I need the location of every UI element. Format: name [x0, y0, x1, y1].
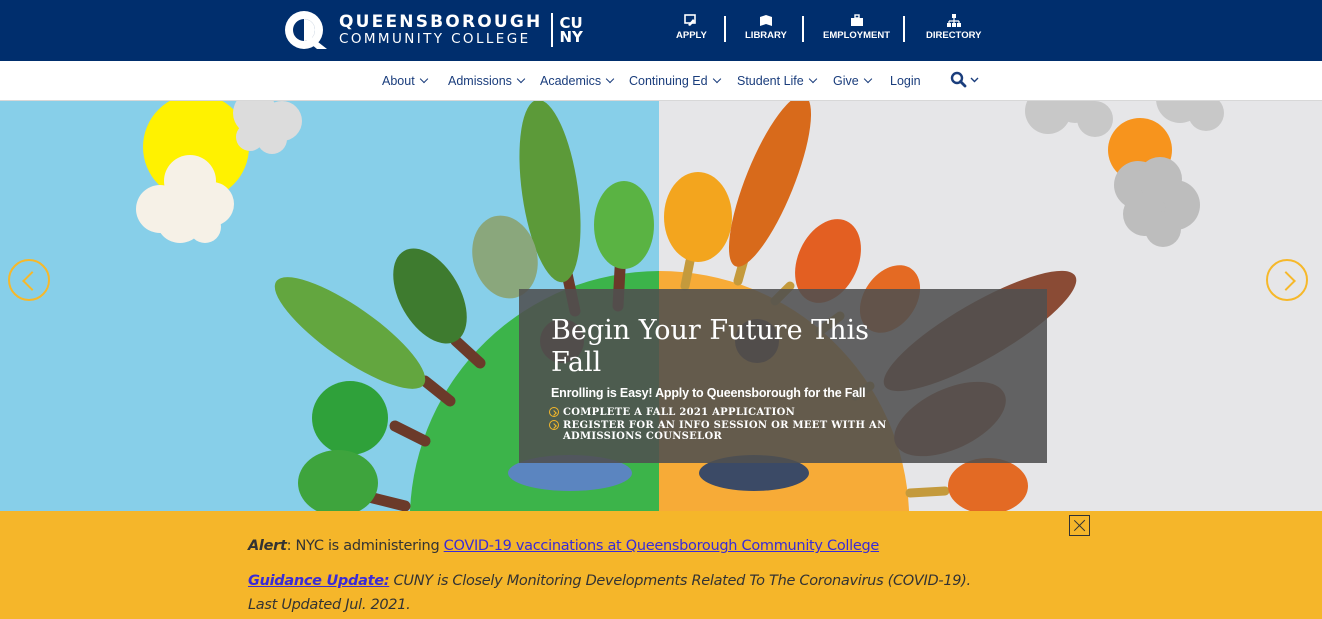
- chevron-down-icon: [516, 74, 526, 84]
- college-logo[interactable]: QUEENSBOROUGH COMMUNITY COLLEGE CU NY: [283, 9, 592, 51]
- chevron-down-icon: [863, 74, 872, 84]
- library-icon: [759, 15, 772, 26]
- guidance-message: Guidance Update: CUNY is Closely Monitor…: [248, 573, 971, 589]
- chevron-down-icon: [808, 74, 817, 84]
- quick-link-divider: [802, 16, 804, 42]
- nav-login[interactable]: Login: [890, 74, 921, 88]
- chevron-down-icon: [605, 74, 615, 84]
- carousel-next-button[interactable]: [1266, 259, 1308, 301]
- chevron-down-icon: [419, 74, 428, 84]
- sitemap-icon: [946, 14, 961, 27]
- cuny-logo: CU NY: [559, 14, 583, 46]
- quick-link-apply[interactable]: APPLY: [676, 14, 707, 41]
- vaccination-link[interactable]: COVID-19 vaccinations at Queensborough C…: [444, 538, 880, 554]
- chevron-circle-icon: [549, 420, 559, 430]
- apply-icon: [684, 14, 697, 26]
- hero-title: Begin Your Future This Fall: [551, 315, 870, 378]
- quick-link-directory[interactable]: DIRECTORY: [926, 14, 981, 41]
- logo-divider: [550, 13, 553, 47]
- nav-about[interactable]: About: [382, 74, 428, 88]
- nav-give[interactable]: Give: [833, 74, 872, 88]
- search-toggle[interactable]: [950, 71, 982, 94]
- hero-link-info-session[interactable]: REGISTER FOR AN INFO SESSION OR MEET WIT…: [549, 420, 969, 442]
- last-updated-text: Last Updated Jul. 2021.: [248, 597, 411, 613]
- logo-line2: COMMUNITY COLLEGE: [339, 30, 531, 47]
- nav-continuing-ed[interactable]: Continuing Ed: [629, 74, 721, 88]
- chevron-circle-icon: [549, 407, 559, 417]
- search-icon: [950, 71, 967, 88]
- hero-subtitle: Enrolling is Easy! Apply to Queensboroug…: [551, 386, 866, 400]
- hero-link-application[interactable]: COMPLETE A FALL 2021 APPLICATION: [549, 407, 795, 418]
- alert-label: Alert: [248, 538, 287, 554]
- briefcase-icon: [850, 14, 863, 26]
- chevron-down-icon: [970, 77, 979, 83]
- quick-link-divider: [724, 16, 726, 42]
- alert-message: Alert: NYC is administering COVID-19 vac…: [248, 538, 880, 554]
- alert-banner: Alert: NYC is administering COVID-19 vac…: [0, 511, 1322, 619]
- nav-student-life[interactable]: Student Life: [737, 74, 817, 88]
- qcc-logo-icon: [283, 9, 333, 51]
- top-header-bar: QUEENSBOROUGH COMMUNITY COLLEGE CU NY AP…: [0, 0, 1322, 61]
- quick-link-employment[interactable]: EMPLOYMENT: [823, 14, 890, 41]
- chevron-down-icon: [712, 74, 721, 84]
- carousel-prev-button[interactable]: [8, 259, 50, 301]
- hero-caption: Begin Your Future This Fall Enrolling is…: [519, 289, 1047, 463]
- quick-link-library[interactable]: LIBRARY: [745, 14, 787, 41]
- logo-line1: QUEENSBOROUGH: [339, 11, 543, 32]
- main-nav: About Admissions Academics Continuing Ed…: [0, 61, 1322, 101]
- nav-academics[interactable]: Academics: [540, 74, 615, 88]
- quick-link-divider: [903, 16, 905, 42]
- guidance-update-link[interactable]: Guidance Update:: [248, 573, 390, 589]
- nav-admissions[interactable]: Admissions: [448, 74, 526, 88]
- close-icon[interactable]: [1069, 515, 1090, 536]
